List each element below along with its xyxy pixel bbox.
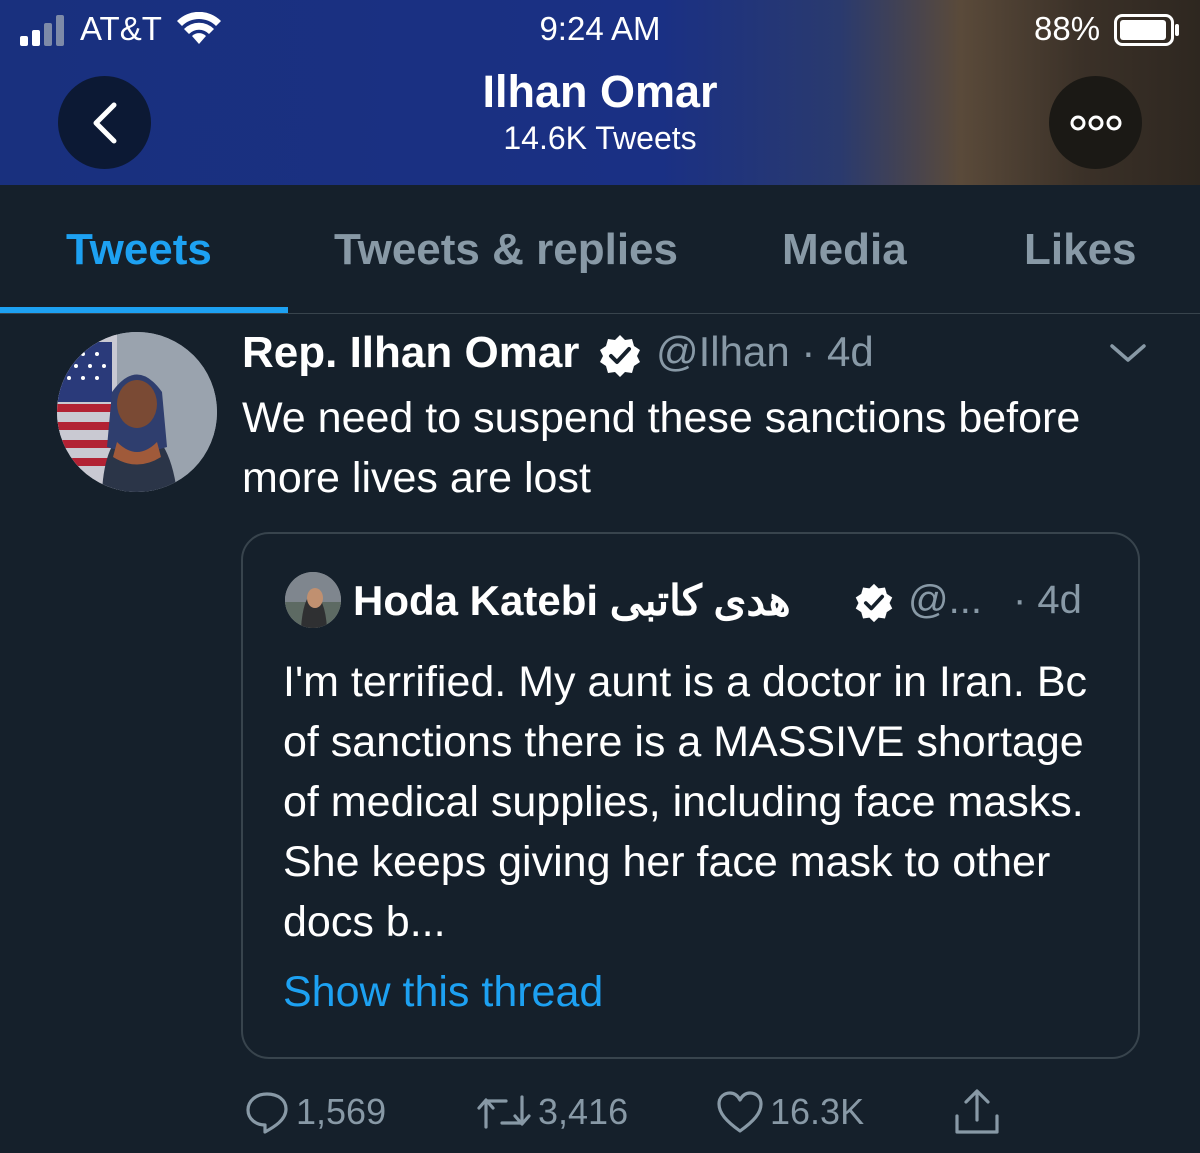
quoted-handle: @... [908,578,982,622]
tweet-text: We need to suspend these sanctions befor… [242,394,1081,502]
avatar-image [57,332,217,492]
more-button[interactable] [1049,76,1142,169]
retweet-button[interactable]: 3,416 [476,1086,628,1138]
quoted-tweet[interactable]: Hoda Katebi هدی کاتبی @... · 4d I'm terr… [241,532,1140,1059]
status-bar: AT&T 9:24 AM 88% [0,0,1200,62]
more-icon [1070,115,1121,130]
retweet-icon [477,1095,531,1129]
heart-icon [717,1091,763,1133]
active-tab-indicator [0,307,288,313]
tab-likes[interactable]: Likes [1024,225,1137,275]
quoted-time: · 4d [1013,578,1082,622]
verified-badge-icon [855,583,893,623]
like-count: 16.3K [770,1091,865,1132]
quoted-author-name: Hoda Katebi هدی کاتبی [353,577,791,624]
like-button[interactable]: 16.3K [716,1086,864,1138]
share-button[interactable] [952,1086,1002,1138]
tab-media[interactable]: Media [782,225,907,275]
quoted-avatar-image [285,572,341,628]
share-icon [955,1089,999,1134]
quoted-text: I'm terrified. My aunt is a doctor in Ir… [283,658,1088,946]
verified-badge-icon [600,335,640,377]
chevron-down-icon[interactable] [1108,338,1148,368]
profile-header: AT&T 9:24 AM 88% Ilhan Omar 14.6K Tweets [0,0,1200,185]
battery-percent: 88% [1034,10,1101,47]
status-time: 9:24 AM [539,10,661,47]
tweet-author-name[interactable]: Rep. Ilhan Omar [242,328,579,378]
reply-count: 1,569 [296,1091,387,1132]
profile-tabs: Tweets Tweets & replies Media Likes [0,185,1200,314]
quoted-avatar [285,572,341,628]
profile-name: Ilhan Omar [482,66,718,117]
reply-button[interactable]: 1,569 [244,1086,386,1138]
tab-tweets[interactable]: Tweets [66,225,212,275]
tweet-handle-time[interactable]: @Ilhan · 4d [656,328,874,376]
tab-tweets-replies[interactable]: Tweets & replies [334,225,678,275]
tweet-count: 14.6K Tweets [503,120,697,156]
show-thread-link[interactable]: Show this thread [283,968,603,1017]
reply-icon [246,1092,288,1134]
battery-icon [1114,14,1179,46]
avatar[interactable] [57,332,217,492]
retweet-count: 3,416 [538,1091,629,1132]
